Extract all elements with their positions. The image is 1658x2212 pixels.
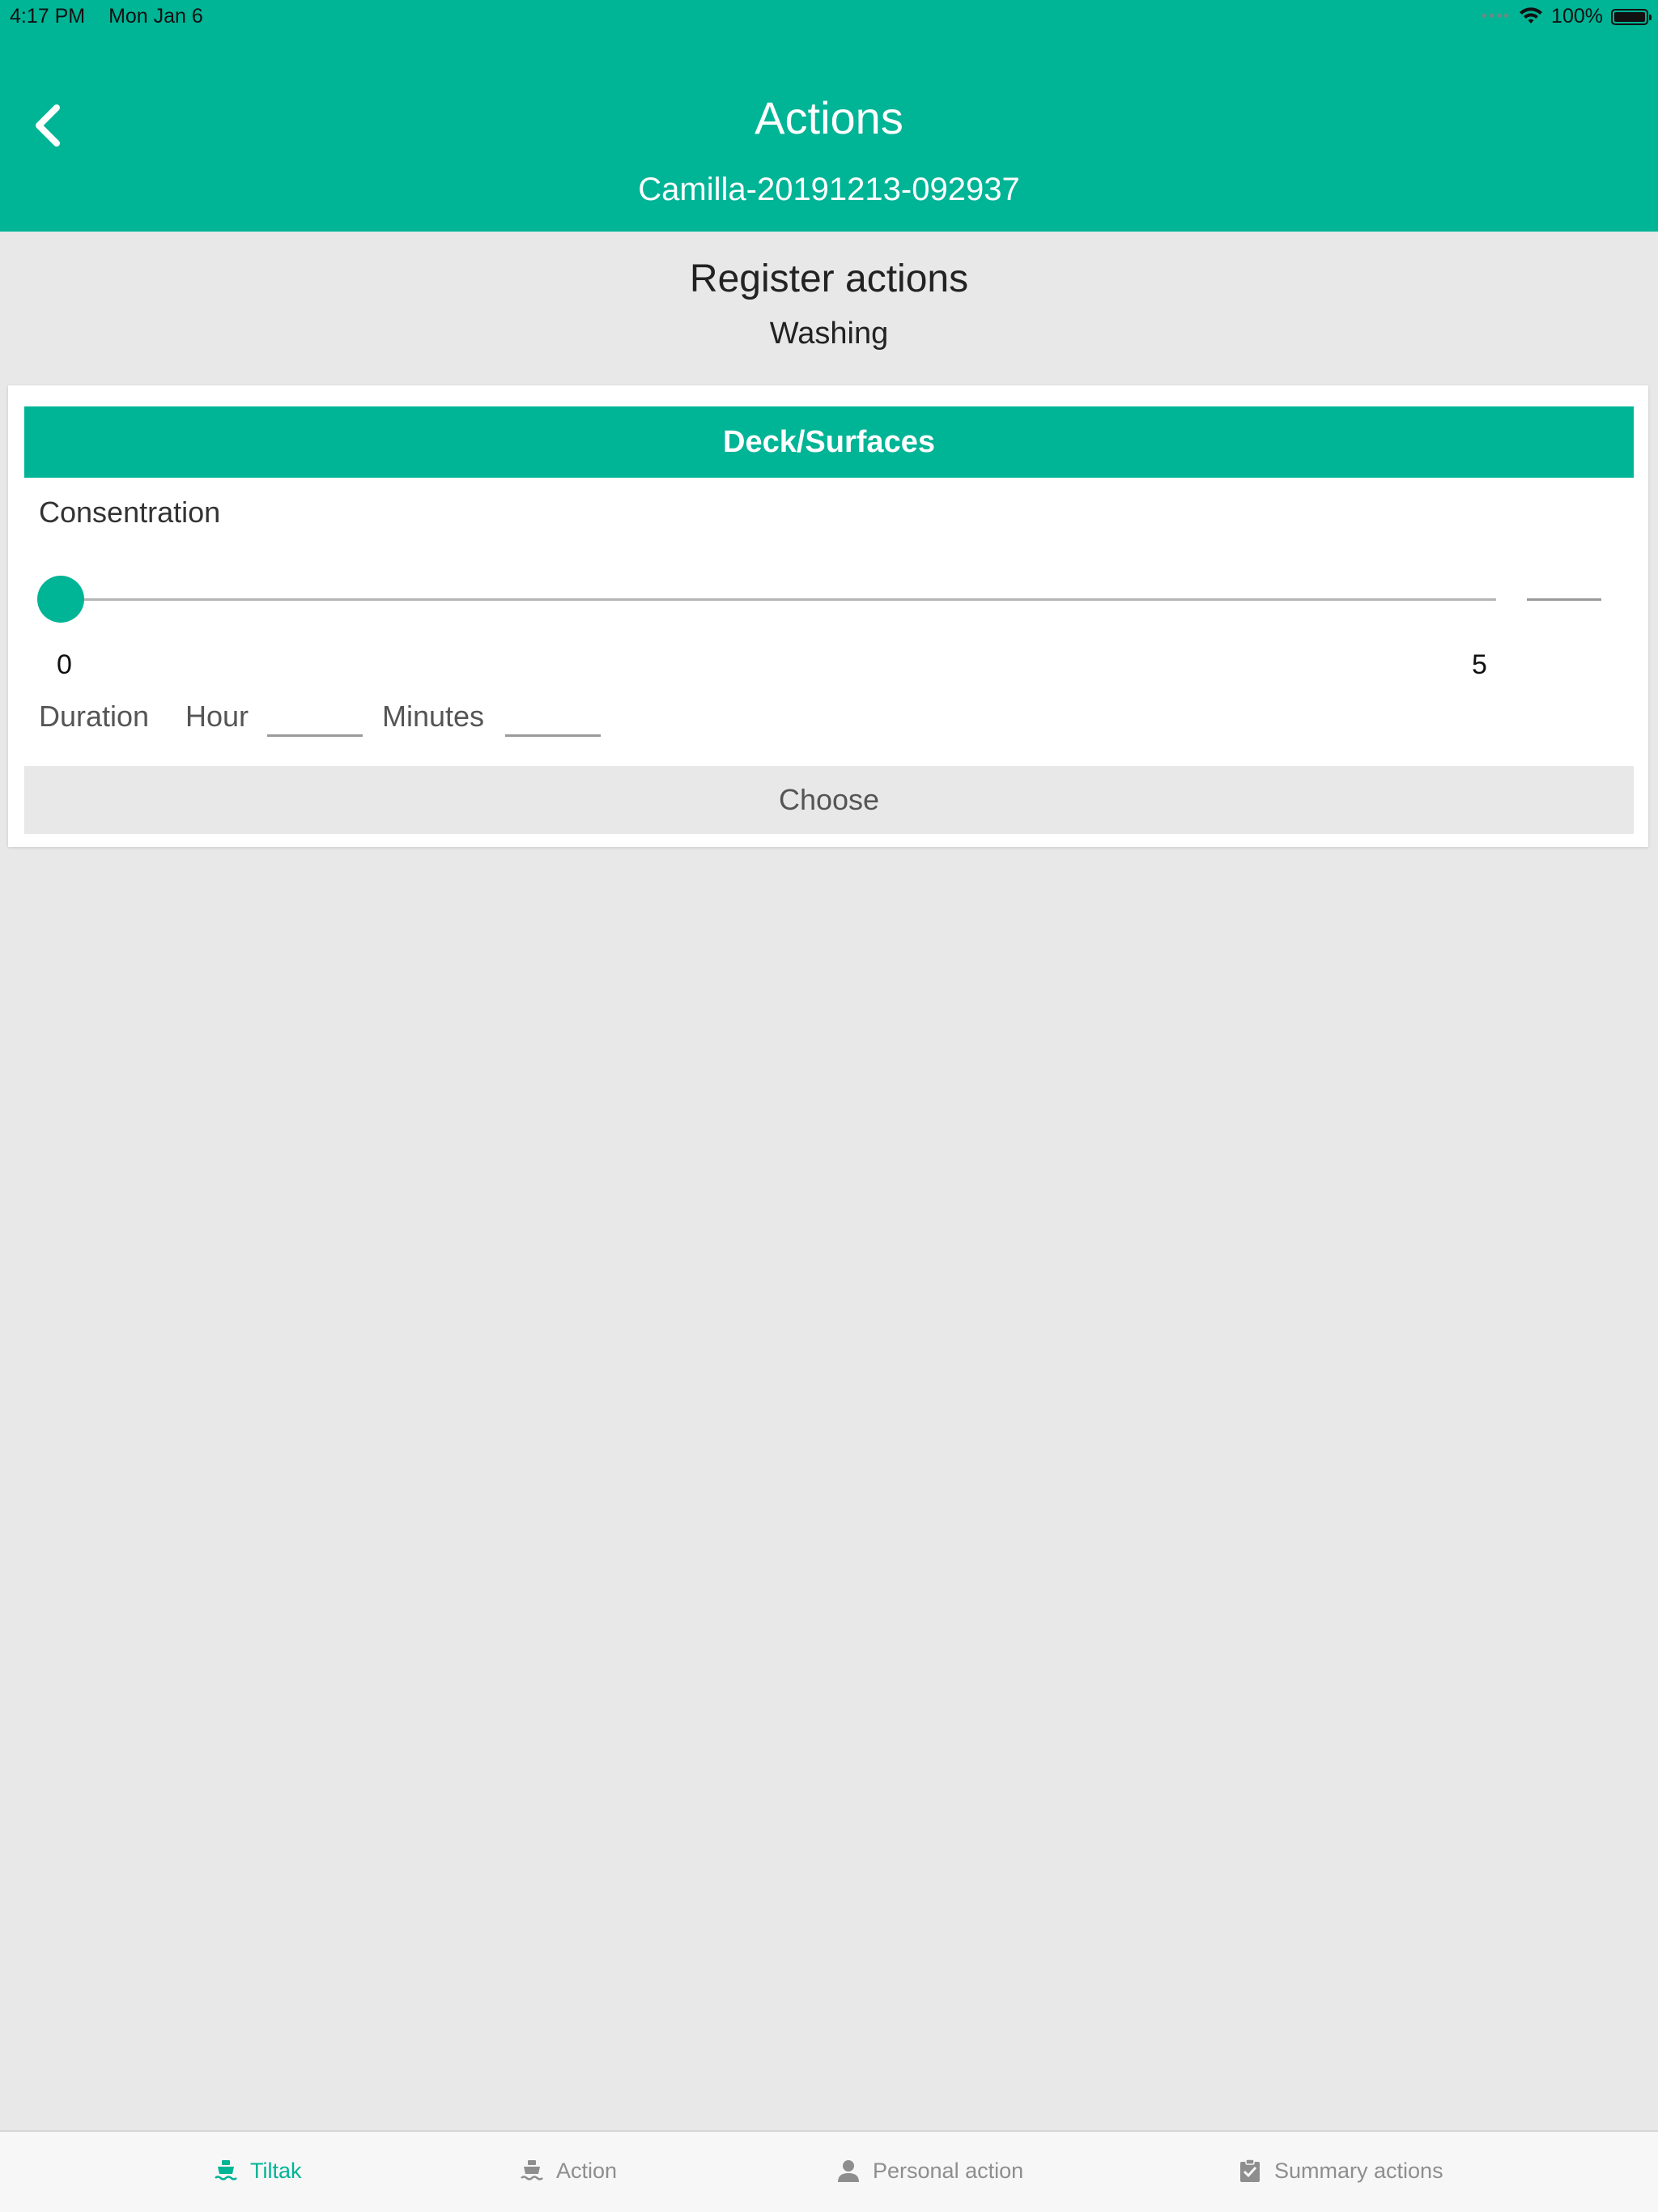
status-date: Mon Jan 6	[108, 5, 203, 28]
clipboard-check-icon	[1240, 2159, 1260, 2182]
tab-personal-action[interactable]: Personal action	[835, 2158, 1023, 2184]
tab-label: Tiltak	[250, 2158, 302, 2183]
page-title: Actions	[755, 92, 903, 143]
battery-percent: 100%	[1551, 5, 1603, 28]
ship-icon	[521, 2160, 543, 2180]
ship-icon	[215, 2160, 237, 2180]
tab-label: Action	[556, 2158, 618, 2183]
concentration-label: Consentration	[39, 496, 221, 529]
minutes-label: Minutes	[382, 700, 485, 733]
section-title: Register actions	[689, 257, 969, 300]
concentration-slider-thumb[interactable]	[37, 576, 84, 623]
tab-label: Personal action	[873, 2158, 1024, 2183]
tab-label: Summary actions	[1274, 2158, 1443, 2183]
section-subtitle: Washing	[769, 317, 889, 351]
slider-min-label: 0	[57, 649, 72, 680]
tab-action[interactable]: Action	[519, 2158, 617, 2184]
status-bar-left: 4:17 PM Mon Jan 6	[10, 5, 203, 28]
action-card: Deck/Surfaces Consentration 0 5 Duration…	[8, 385, 1648, 847]
card-heading: Deck/Surfaces	[24, 406, 1634, 478]
signal-dots-icon: ••••	[1482, 7, 1511, 25]
minutes-input[interactable]	[505, 693, 601, 737]
tab-tiltak[interactable]: Tiltak	[213, 2158, 302, 2184]
concentration-value-field[interactable]	[1527, 598, 1601, 601]
tab-summary-actions[interactable]: Summary actions	[1237, 2158, 1443, 2184]
status-bar-right: •••• 100%	[1482, 5, 1652, 28]
hour-label: Hour	[185, 700, 249, 733]
battery-icon	[1611, 8, 1652, 25]
person-icon	[838, 2160, 859, 2182]
page-subtitle: Camilla-20191213-092937	[638, 172, 1020, 207]
slider-max-label: 5	[1472, 649, 1487, 680]
hour-input[interactable]	[267, 693, 363, 737]
concentration-slider-track[interactable]	[60, 598, 1496, 601]
app-header: 4:17 PM Mon Jan 6 •••• 100% Actions Cami…	[0, 0, 1658, 232]
wifi-icon	[1520, 6, 1543, 23]
choose-button[interactable]: Choose	[24, 766, 1634, 834]
duration-label: Duration	[39, 700, 150, 733]
bottom-tab-bar: Tiltak Action Personal action Summary ac…	[0, 2130, 1658, 2212]
status-time: 4:17 PM	[10, 5, 86, 28]
